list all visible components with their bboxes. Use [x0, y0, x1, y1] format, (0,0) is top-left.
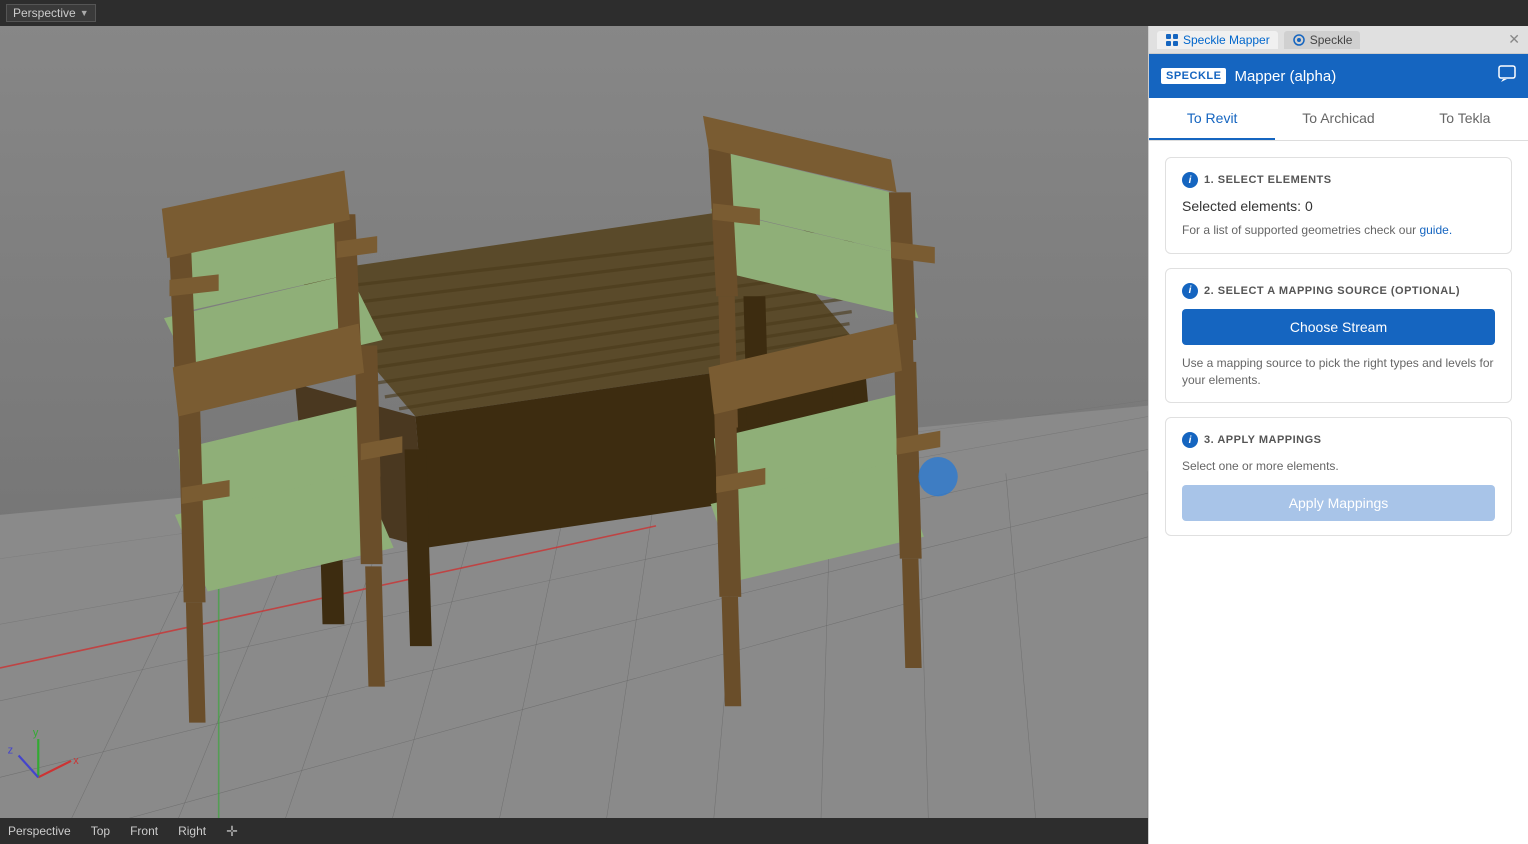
mapper-title: Mapper (alpha) [1234, 68, 1336, 85]
main-content: x y z Perspective Top Front Right ✛ [0, 26, 1528, 844]
section-select-elements: i 1. SELECT ELEMENTS Selected elements: … [1165, 157, 1512, 254]
section-3-title: 3. APPLY MAPPINGS [1204, 434, 1322, 446]
section-mapping-source: i 2. SELECT A MAPPING SOURCE (optional) … [1165, 268, 1512, 404]
scene-svg: x y z [0, 26, 1148, 818]
section-3-hint: Select one or more elements. [1182, 458, 1495, 475]
guide-link[interactable]: guide. [1419, 223, 1452, 237]
3d-viewport[interactable]: x y z [0, 26, 1148, 818]
nav-tab-to-archicad[interactable]: To Archicad [1275, 98, 1401, 140]
info-icon-1: i [1182, 172, 1198, 188]
puzzle-icon [1165, 33, 1179, 47]
mapper-header: SPECKLE Mapper (alpha) [1149, 54, 1528, 98]
top-bar: Perspective ▼ [0, 0, 1528, 26]
add-viewport-button[interactable]: ✛ [222, 821, 242, 842]
speckle-logo: SPECKLE [1161, 68, 1226, 84]
panel-tab-bar: Speckle Mapper Speckle ✕ [1149, 26, 1528, 54]
section-1-header: i 1. SELECT ELEMENTS [1182, 172, 1495, 188]
perspective-dropdown[interactable]: Perspective ▼ [6, 4, 96, 22]
chat-icon[interactable] [1498, 65, 1516, 88]
tab-speckle-label: Speckle [1310, 33, 1353, 47]
svg-text:z: z [8, 744, 13, 756]
perspective-label-text: Perspective [13, 6, 76, 20]
section-2-title: 2. SELECT A MAPPING SOURCE (optional) [1204, 285, 1460, 297]
section-apply-mappings: i 3. APPLY MAPPINGS Select one or more e… [1165, 417, 1512, 536]
right-panel: Speckle Mapper Speckle ✕ SPECKLE Mapper … [1148, 26, 1528, 844]
section-3-header: i 3. APPLY MAPPINGS [1182, 432, 1495, 448]
nav-tab-to-revit[interactable]: To Revit [1149, 98, 1275, 140]
section-2-hint: Use a mapping source to pick the right t… [1182, 355, 1495, 389]
tab-speckle-mapper-label: Speckle Mapper [1183, 33, 1270, 47]
viewport-tabs: Perspective Top Front Right ✛ [0, 818, 1148, 844]
section-2-header: i 2. SELECT A MAPPING SOURCE (optional) [1182, 283, 1495, 299]
info-icon-2: i [1182, 283, 1198, 299]
section-1-title: 1. SELECT ELEMENTS [1204, 174, 1332, 186]
speckle-tab-icon [1292, 33, 1306, 47]
tab-front[interactable]: Front [126, 822, 162, 840]
tab-speckle-mapper[interactable]: Speckle Mapper [1157, 31, 1278, 49]
tab-right[interactable]: Right [174, 822, 210, 840]
tab-perspective[interactable]: Perspective [4, 822, 75, 840]
tab-top[interactable]: Top [87, 822, 114, 840]
apply-mappings-button: Apply Mappings [1182, 485, 1495, 521]
section-1-hint: For a list of supported geometries check… [1182, 222, 1495, 239]
svg-text:x: x [73, 755, 79, 767]
selected-count: Selected elements: 0 [1182, 198, 1495, 214]
nav-tabs: To Revit To Archicad To Tekla [1149, 98, 1528, 141]
svg-text:y: y [33, 727, 39, 739]
perspective-arrow-icon: ▼ [80, 8, 89, 18]
panel-content: i 1. SELECT ELEMENTS Selected elements: … [1149, 141, 1528, 844]
choose-stream-button[interactable]: Choose Stream [1182, 309, 1495, 345]
nav-tab-to-tekla[interactable]: To Tekla [1402, 98, 1528, 140]
tab-speckle[interactable]: Speckle [1284, 31, 1361, 49]
info-icon-3: i [1182, 432, 1198, 448]
panel-close-button[interactable]: ✕ [1508, 31, 1520, 48]
